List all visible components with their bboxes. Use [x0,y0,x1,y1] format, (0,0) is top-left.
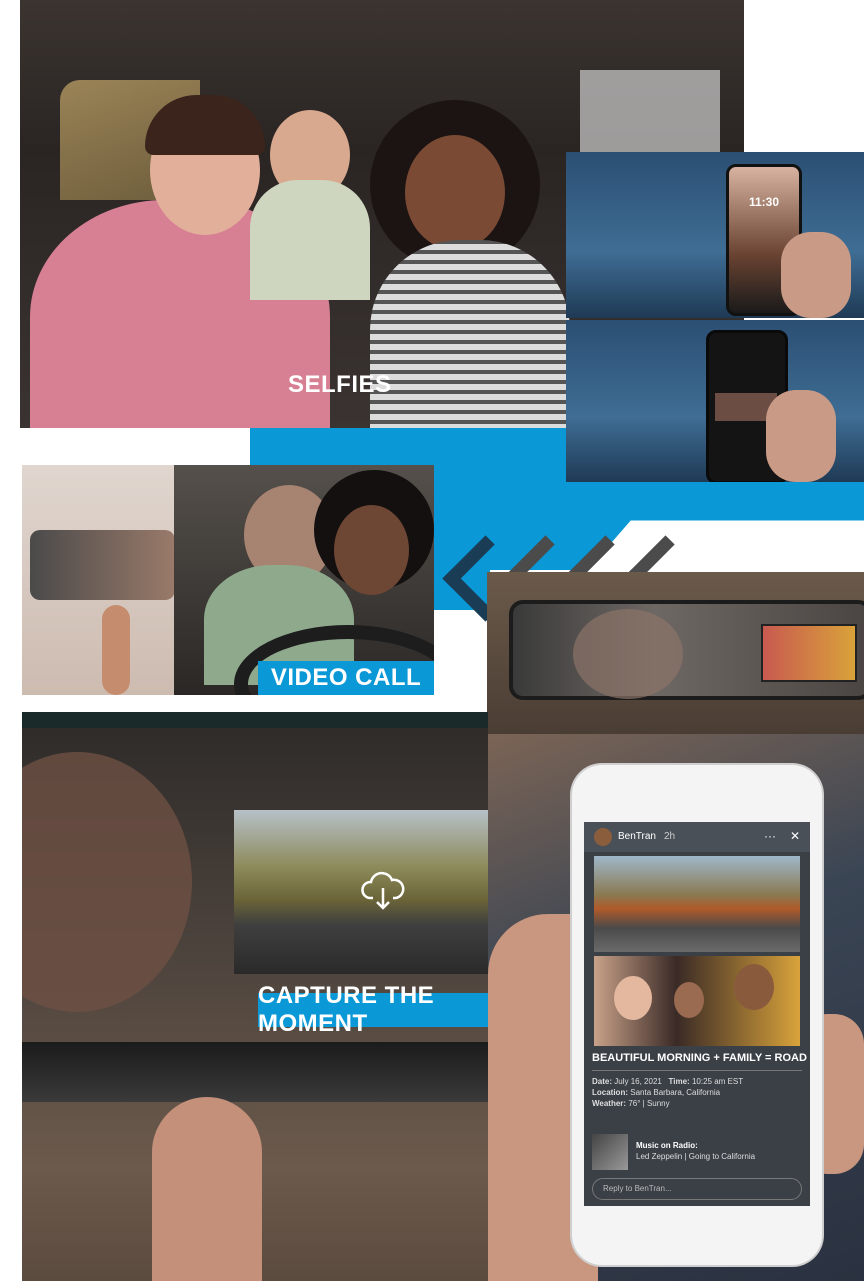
captured-road-photo [234,810,488,974]
woman-right-face [405,135,505,250]
mirror [509,600,864,700]
time-label: Time: [668,1077,690,1086]
weather-value: 76° | Sunny [628,1099,670,1108]
man-back-body [250,180,370,300]
lock-time: 11:30 [748,195,780,209]
avatar [594,828,612,846]
post-header: BenTran 2h ··· ✕ [584,822,810,852]
location-value: Santa Barbara, California [630,1088,721,1097]
album-art [592,1134,628,1170]
woman-right-body [370,240,570,428]
post-username: BenTran [618,831,656,842]
reply-input[interactable]: Reply to BenTran... [592,1178,802,1200]
finger [102,605,130,695]
mirror-video-thumb [761,624,857,682]
mirror-small-photo [22,465,174,695]
finger-press [152,1097,262,1281]
more-icon[interactable]: ··· [764,829,776,843]
post-details: Date: July 16, 2021 Time: 10:25 am EST L… [592,1076,804,1109]
music-label: Music on Radio: [636,1141,698,1150]
time-value: 10:25 am EST [691,1077,744,1086]
family-face-3 [734,964,774,1010]
post-title: BEAUTIFUL MORNING + FAMILY = ROAD TRIP [592,1052,810,1064]
phone-screen: BenTran 2h ··· ✕ BEAUTIFUL MORNING + FAM… [584,822,810,1206]
reply-placeholder: Reply to BenTran... [603,1184,672,1193]
reflection-face [573,609,683,699]
woman-driver-face [334,505,409,595]
selfies-label: SELFIES [288,371,392,398]
location-label: Location: [592,1088,628,1097]
family-face-1 [614,976,652,1020]
hand [781,232,851,318]
family-face-2 [674,982,704,1018]
phone-lockscreen-photo: 11:30 [566,152,864,318]
close-icon[interactable]: ✕ [790,829,800,843]
date-label: Date: [592,1077,613,1086]
reflection-face-large [22,752,192,1012]
mirror-bar-top [22,712,488,728]
post-age: 2h [664,831,676,842]
music-info: Music on Radio: Led Zeppelin | Going to … [636,1140,806,1162]
rearview-mirror-photo [487,572,864,734]
cloud-download-icon [361,871,405,910]
hand-2 [766,390,836,482]
mirror-bar-bottom [22,1042,488,1102]
music-value: Led Zeppelin | Going to California [636,1152,756,1161]
mirror-small [30,530,174,600]
phone-video-photo [566,320,864,482]
date-value: July 16, 2021 [614,1077,662,1086]
weather-label: Weather: [592,1099,627,1108]
road-photo [594,856,800,952]
divider [592,1070,802,1071]
family-photo [594,956,800,1046]
video-call-label: VIDEO CALL [258,661,434,695]
